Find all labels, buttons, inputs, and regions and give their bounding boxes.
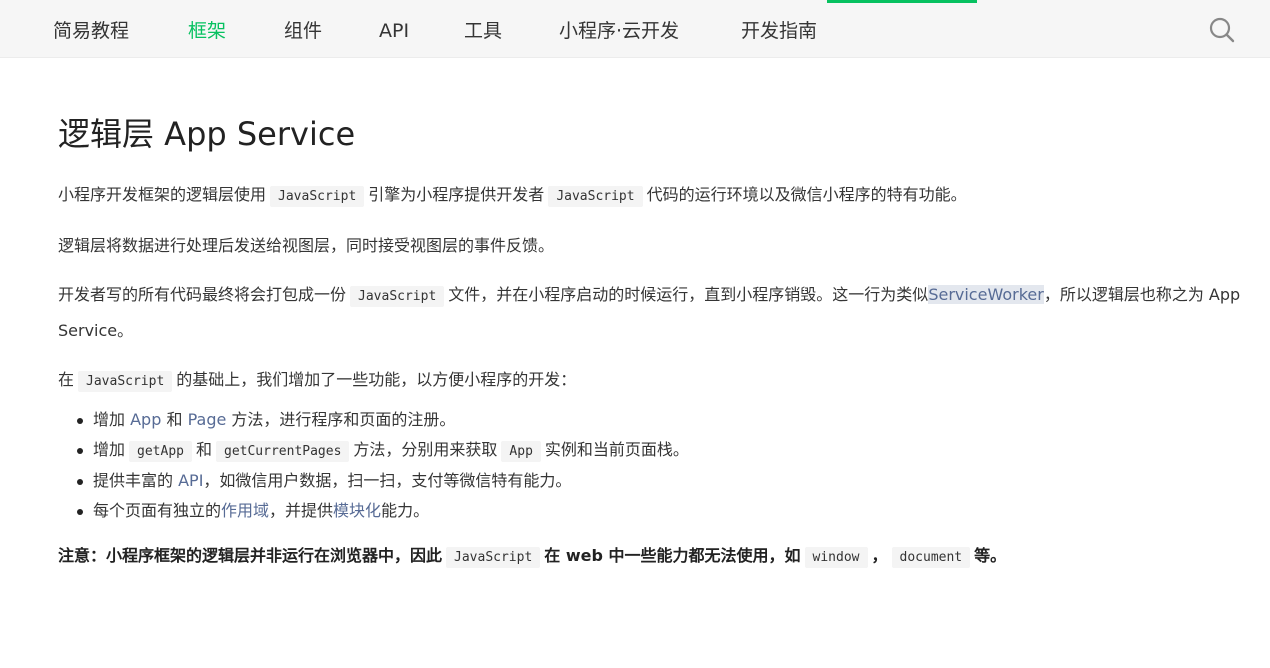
api-link[interactable]: API (178, 471, 203, 490)
inline-code: JavaScript (350, 286, 445, 307)
paragraph-data-flow: 逻辑层将数据进行处理后发送给视图层，同时接受视图层的事件反馈。 (58, 236, 555, 255)
inline-code: App (501, 440, 541, 462)
top-navbar: 简易教程 框架 组件 API 工具 小程序·云开发 开发指南 (0, 0, 1270, 58)
text: 小程序开发框架的逻辑层使用 (58, 185, 267, 204)
text: 增加 (93, 439, 126, 459)
paragraph-service-worker: 开发者写的所有代码最终将会打包成一份 JavaScript 文件，并在小程序启动的时… (58, 278, 1250, 348)
list-item: 每个页面有独立的作用域，并提供模块化能力。 (58, 496, 1250, 526)
text: 的基础上，我们增加了一些功能，以方便小程序的开发： (176, 370, 577, 389)
article-content: 逻辑层 App Service 小程序开发框架的逻辑层使用 JavaScript 引… (58, 112, 1250, 590)
text: ， (871, 546, 888, 565)
text: 在 web 中一些能力都无法使用，如 (544, 546, 801, 565)
inline-code: getApp (129, 440, 192, 462)
nav-item-guide[interactable]: 开发指南 (741, 0, 817, 58)
text: 实例和当前页面栈。 (544, 439, 689, 459)
nav-item-tutorial[interactable]: 简易教程 (53, 0, 129, 58)
list-item: 增加 App 和 Page 方法，进行程序和页面的注册。 (58, 405, 1250, 435)
inline-code: document (891, 547, 971, 568)
text: 等。 (974, 546, 1007, 565)
scope-link[interactable]: 作用域 (221, 501, 269, 520)
inline-code: JavaScript (270, 186, 365, 207)
text: 开发者写的所有代码最终将会打包成一份 (58, 285, 347, 304)
nav-item-tools[interactable]: 工具 (464, 0, 502, 58)
inline-code: JavaScript (78, 371, 173, 392)
serviceworker-link[interactable]: ServiceWorker (928, 285, 1044, 304)
inline-code: JavaScript (548, 186, 643, 207)
page-link[interactable]: Page (188, 410, 227, 429)
text: 增加 (93, 410, 126, 429)
modularity-link[interactable]: 模块化 (333, 501, 381, 520)
text: 引擎为小程序提供开发者 (368, 185, 545, 204)
text: 在 (58, 370, 75, 389)
nav-item-framework[interactable]: 框架 (188, 0, 226, 58)
search-icon[interactable] (1208, 16, 1236, 44)
inline-code: JavaScript (446, 547, 541, 568)
nav-item-cloud[interactable]: 小程序·云开发 (559, 0, 679, 58)
text: 文件，并在小程序启动的时候运行，直到小程序销毁。这一行为类似 (448, 285, 929, 304)
list-item: 提供丰富的 API，如微信用户数据，扫一扫，支付等微信特有能力。 (58, 466, 1250, 496)
nav-active-indicator (827, 0, 977, 3)
text: 和 (195, 439, 212, 459)
features-list: 增加 App 和 Page 方法，进行程序和页面的注册。 增加 getApp 和 ge… (58, 405, 1250, 525)
text: ，如微信用户数据，扫一扫，支付等微信特有能力。 (203, 471, 572, 490)
text: 和 (166, 410, 183, 429)
paragraph-intro: 小程序开发框架的逻辑层使用 JavaScript 引擎为小程序提供开发者 JavaSc… (58, 178, 1250, 214)
list-item: 增加 getApp 和 getCurrentPages 方法，分别用来获取 App 实例和当… (58, 435, 1250, 467)
text: ，并提供 (269, 500, 334, 520)
text: 每个页面有独立的 (93, 500, 222, 520)
inline-code: window (804, 547, 868, 568)
text: 能力。 (381, 500, 430, 520)
page-title: 逻辑层 App Service (58, 115, 356, 153)
inline-code: getCurrentPages (216, 440, 350, 462)
nav-item-components[interactable]: 组件 (284, 0, 322, 58)
text: 注意：小程序框架的逻辑层并非运行在浏览器中，因此 (58, 546, 443, 565)
text: 方法，分别用来获取 (353, 439, 498, 459)
text: 代码的运行环境以及微信小程序的特有功能。 (646, 185, 967, 204)
paragraph-features-intro: 在 JavaScript 的基础上，我们增加了一些功能，以方便小程序的开发： (58, 363, 1250, 399)
app-link[interactable]: App (130, 410, 161, 429)
note-paragraph: 注意：小程序框架的逻辑层并非运行在浏览器中，因此 JavaScript 在 web … (58, 539, 1250, 575)
nav-item-api[interactable]: API (379, 0, 409, 58)
text: 提供丰富的 (93, 471, 174, 490)
text: 方法，进行程序和页面的注册。 (231, 410, 456, 429)
